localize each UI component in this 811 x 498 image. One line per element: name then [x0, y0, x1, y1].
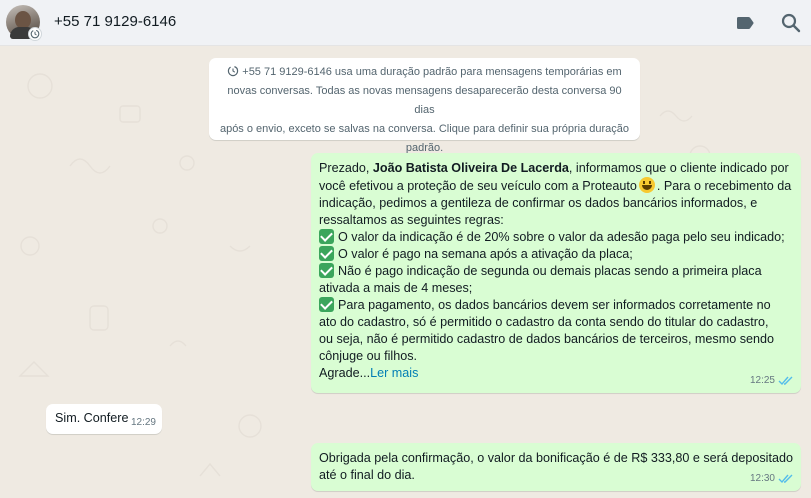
message-meta: 12:25	[750, 372, 794, 389]
disappearing-messages-notice[interactable]: +55 71 9129-6146 usa uma duração padrão …	[209, 58, 640, 154]
rule-continuation: ativada a mais de 4 meses;	[319, 281, 473, 295]
rule-text: Para pagamento, os dados bancários devem…	[338, 298, 771, 312]
notice-line-3: após o envio, exceto se salvas na conver…	[219, 123, 630, 135]
rule-continuation: cônjuge ou filhos.	[319, 349, 418, 363]
message-line: até o final do dia.	[319, 468, 415, 482]
disappearing-timer-icon	[28, 27, 42, 41]
read-more-link[interactable]: Ler mais	[370, 366, 418, 380]
message-meta: 12:29	[131, 414, 156, 431]
message-text: , informamos que o cliente indicado por	[568, 161, 789, 175]
message-line: Prezado, João Batista Oliveira De Lacerd…	[319, 160, 793, 177]
notice-line-1: +55 71 9129-6146 usa uma duração padrão …	[217, 63, 632, 82]
contact-name[interactable]: +55 71 9129-6146	[54, 13, 176, 30]
notice-line-1-text: +55 71 9129-6146 usa uma duração padrão …	[242, 66, 622, 78]
outgoing-message-bubble[interactable]: Obrigada pela confirmação, o valor da bo…	[311, 443, 801, 491]
rule-text: O valor da indicação é de 20% sobre o va…	[338, 230, 785, 244]
contact-avatar[interactable]	[6, 5, 42, 41]
rule-continuation: ato do cadastro, só é permitido o cadast…	[319, 315, 769, 329]
timer-icon	[228, 65, 239, 77]
notice-line-2: novas conversas. Todas as novas mensagen…	[227, 85, 622, 116]
rule-item: O valor é pago na semana após a ativação…	[319, 246, 793, 263]
message-time: 12:29	[130, 417, 156, 428]
rule-item: O valor da indicação é de 20% sobre o va…	[319, 229, 793, 246]
message-line: ressaltamos as seguintes regras:	[319, 213, 504, 227]
label-icon[interactable]	[733, 11, 757, 35]
message-line: Obrigada pela confirmação, o valor da bo…	[319, 451, 793, 465]
double-check-read-icon	[778, 474, 793, 484]
rule-item: Não é pago indicação de segunda ou demai…	[319, 263, 793, 280]
message-text: Sim. Confere	[55, 411, 129, 425]
truncated-text: Agrade...	[319, 366, 371, 380]
message-text: . Para o recebimento da	[656, 179, 792, 193]
rule-text: Não é pago indicação de segunda ou demai…	[338, 264, 762, 278]
message-time: 12:25	[749, 375, 775, 386]
message-time: 12:30	[749, 473, 775, 484]
check-mark-icon	[319, 263, 334, 278]
check-mark-icon	[319, 297, 334, 312]
recipient-name: João Batista Oliveira De Lacerda	[372, 161, 569, 175]
chat-area[interactable]: +55 71 9129-6146 usa uma duração padrão …	[0, 46, 811, 498]
chat-header: +55 71 9129-6146	[0, 0, 811, 46]
message-line: Agrade...Ler mais	[319, 365, 793, 382]
double-check-read-icon	[778, 376, 793, 386]
rule-text: O valor é pago na semana após a ativação…	[338, 247, 633, 261]
check-mark-icon	[319, 229, 334, 244]
incoming-message-bubble[interactable]: Sim. Confere 12:29	[46, 404, 162, 434]
message-text: você efetivou a proteção de seu veículo …	[319, 179, 637, 193]
grinning-emoji-icon	[638, 177, 655, 193]
rule-item: Para pagamento, os dados bancários devem…	[319, 297, 793, 314]
check-mark-icon	[319, 246, 334, 261]
search-icon[interactable]	[779, 11, 803, 35]
rule-continuation: ou seja, não é permitido cadastro de dad…	[319, 332, 775, 346]
message-line: indicação, pedimos a gentileza de confir…	[319, 196, 758, 210]
greeting-text: Prezado,	[319, 161, 373, 175]
outgoing-message-bubble[interactable]: Prezado, João Batista Oliveira De Lacerd…	[311, 153, 801, 393]
message-meta: 12:30	[750, 470, 794, 487]
message-line: você efetivou a proteção de seu veículo …	[319, 177, 793, 195]
